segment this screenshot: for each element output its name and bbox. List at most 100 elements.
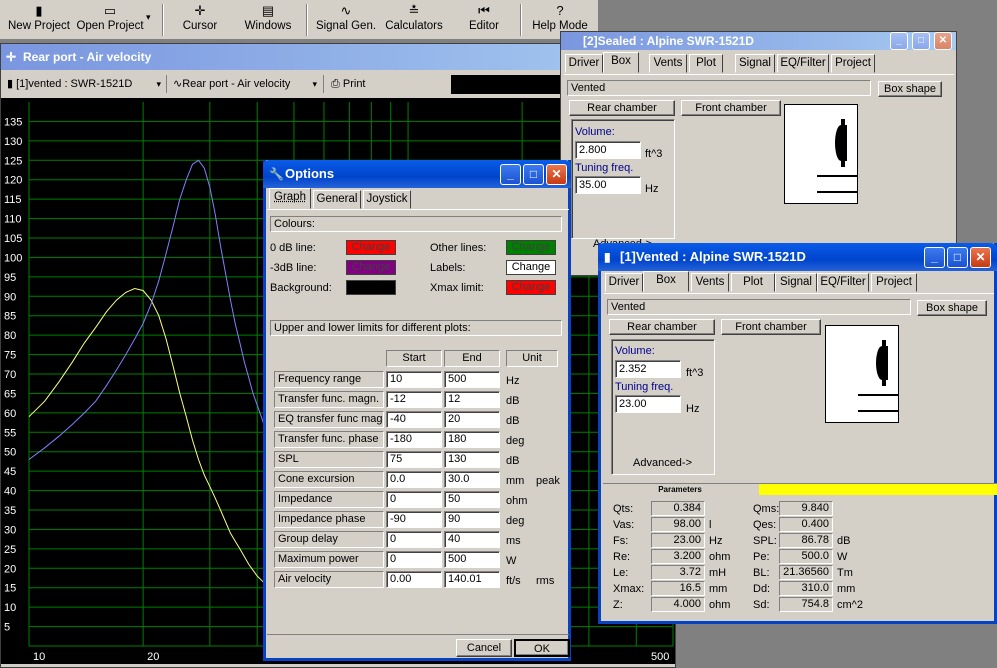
speaker-cone-icon [835, 125, 847, 161]
maximize-button[interactable]: □ [947, 247, 968, 268]
cancel-button[interactable]: Cancel [456, 639, 512, 657]
param-value: 310.0 [779, 581, 833, 596]
colour-swatch-button[interactable] [346, 280, 396, 295]
param-value: 9.840 [779, 501, 833, 516]
volume-input[interactable]: 2.352 [615, 360, 681, 378]
tab-driver[interactable]: Driver [605, 273, 643, 292]
box-shape-button[interactable]: Box shape [878, 81, 942, 97]
advanced-link[interactable]: Advanced-> [633, 457, 692, 469]
windows-button[interactable]: ▤ Windows [240, 0, 296, 40]
minimize-button[interactable]: _ [890, 32, 908, 50]
limit-end-input[interactable]: 40 [444, 531, 500, 548]
limit-row-label: Impedance phase [274, 511, 384, 528]
limit-unit: ft/s [506, 575, 521, 587]
param-value: 16.5 [651, 581, 705, 596]
tuning-input[interactable]: 23.00 [615, 395, 681, 413]
param-unit: l [709, 519, 712, 531]
limit-start-input[interactable]: 0.0 [386, 471, 442, 488]
y-tick-label: 130 [4, 136, 22, 148]
calculators-button[interactable]: ≛ Calculators [384, 0, 444, 40]
limit-end-input[interactable]: 500 [444, 371, 500, 388]
limit-end-input[interactable]: 180 [444, 431, 500, 448]
open-project-button[interactable]: ▭ Open Project [74, 0, 146, 40]
limit-end-input[interactable]: 12 [444, 391, 500, 408]
tab-plot[interactable]: Plot [689, 54, 723, 73]
front-chamber-button[interactable]: Front chamber [681, 100, 781, 116]
colour-swatch-button[interactable]: Change [506, 240, 556, 255]
colour-swatch-button[interactable]: Change [346, 260, 396, 275]
minimize-button[interactable]: _ [500, 164, 521, 185]
ok-button[interactable]: OK [514, 639, 570, 657]
rear-chamber-button[interactable]: Rear chamber [609, 319, 715, 335]
limit-end-input[interactable]: 500 [444, 551, 500, 568]
rear-chamber-button[interactable]: Rear chamber [569, 100, 675, 116]
cursor-button[interactable]: ✛ Cursor [172, 0, 228, 40]
close-button[interactable]: ✕ [934, 32, 952, 50]
y-tick-label: 105 [4, 233, 22, 245]
open-project-icon: ▭ [103, 3, 117, 18]
limit-end-input[interactable]: 30.0 [444, 471, 500, 488]
limit-start-input[interactable]: 0 [386, 551, 442, 568]
limit-start-input[interactable]: -40 [386, 411, 442, 428]
volume-label: Volume: [575, 126, 615, 138]
new-project-button[interactable]: ▮ New Project [4, 0, 74, 40]
limit-extra: peak [536, 475, 560, 487]
tab-plot[interactable]: Plot [731, 273, 775, 292]
limit-start-input[interactable]: 75 [386, 451, 442, 468]
tab-project[interactable]: Project [871, 273, 917, 292]
tab-eq-filter[interactable]: EQ/Filter [817, 273, 869, 292]
colour-swatch-button[interactable]: Change [346, 240, 396, 255]
limit-start-input[interactable]: 0 [386, 531, 442, 548]
tuning-input[interactable]: 35.00 [575, 176, 641, 194]
project-select[interactable]: ▮ [1]vented : SWR-1521D ▾ [7, 75, 163, 93]
tab-signal[interactable]: Signal [775, 273, 817, 292]
tab-eq-filter[interactable]: EQ/Filter [777, 54, 829, 73]
limit-start-input[interactable]: 10 [386, 371, 442, 388]
plot-select[interactable]: ∿Rear port - Air velocity ▾ [173, 75, 319, 93]
close-button[interactable]: ✕ [970, 247, 991, 268]
param-unit: Hz [709, 535, 723, 547]
limit-start-input[interactable]: 0.00 [386, 571, 442, 588]
minimize-button[interactable]: _ [924, 247, 945, 268]
tab-graph[interactable]: Graph [269, 188, 311, 209]
colour-swatch-button[interactable]: Change [506, 260, 556, 275]
limit-start-input[interactable]: 0 [386, 491, 442, 508]
editor-button[interactable]: ⏮ Editor [458, 0, 510, 40]
limit-start-input[interactable]: -12 [386, 391, 442, 408]
help-icon: ? [556, 3, 564, 18]
limit-end-input[interactable]: 90 [444, 511, 500, 528]
sealed-box-titlebar[interactable]: [2]Sealed : Alpine SWR-1521D _ □ ✕ [561, 32, 956, 50]
tab-box[interactable]: Box [643, 271, 689, 292]
close-button[interactable]: ✕ [546, 164, 567, 185]
open-project-dropdown-icon[interactable]: ▾ [146, 12, 151, 23]
vented-box-titlebar[interactable]: ▮ [1]Vented : Alpine SWR-1521D _ □ ✕ [598, 243, 997, 271]
limit-end-input[interactable]: 140.01 [444, 571, 500, 588]
tab-vents[interactable]: Vents [649, 54, 687, 73]
main-toolbar: ▮ New Project ▭ Open Project ▾ ✛ Cursor ▤ Wi… [0, 0, 598, 40]
options-title: Options [285, 166, 335, 181]
tab-joystick[interactable]: Joystick [363, 190, 411, 209]
limit-end-input[interactable]: 50 [444, 491, 500, 508]
limit-end-input[interactable]: 130 [444, 451, 500, 468]
signal-gen-button[interactable]: ∿ Signal Gen. [314, 0, 378, 40]
toolbar-separator [166, 75, 167, 93]
tab-project[interactable]: Project [831, 54, 875, 73]
front-chamber-button[interactable]: Front chamber [721, 319, 821, 335]
limit-end-input[interactable]: 20 [444, 411, 500, 428]
maximize-button[interactable]: □ [912, 32, 930, 50]
tab-box[interactable]: Box [603, 52, 639, 73]
limit-start-input[interactable]: -90 [386, 511, 442, 528]
tab-vents[interactable]: Vents [691, 273, 729, 292]
vented-box-window: ▮ [1]Vented : Alpine SWR-1521D _ □ ✕ Dri… [598, 243, 997, 624]
print-button[interactable]: ⎙ Print [331, 75, 391, 93]
limit-start-input[interactable]: -180 [386, 431, 442, 448]
volume-input[interactable]: 2.800 [575, 141, 641, 159]
tab-driver[interactable]: Driver [565, 54, 603, 73]
box-shape-button[interactable]: Box shape [917, 300, 987, 316]
colour-swatch-button[interactable]: Change [506, 280, 556, 295]
maximize-button[interactable]: □ [523, 164, 544, 185]
tab-general[interactable]: General [313, 190, 361, 209]
limit-row-label: Impedance [274, 491, 384, 508]
options-titlebar[interactable]: 🔧 Options _ □ ✕ [263, 160, 571, 188]
tab-signal[interactable]: Signal [735, 54, 775, 73]
